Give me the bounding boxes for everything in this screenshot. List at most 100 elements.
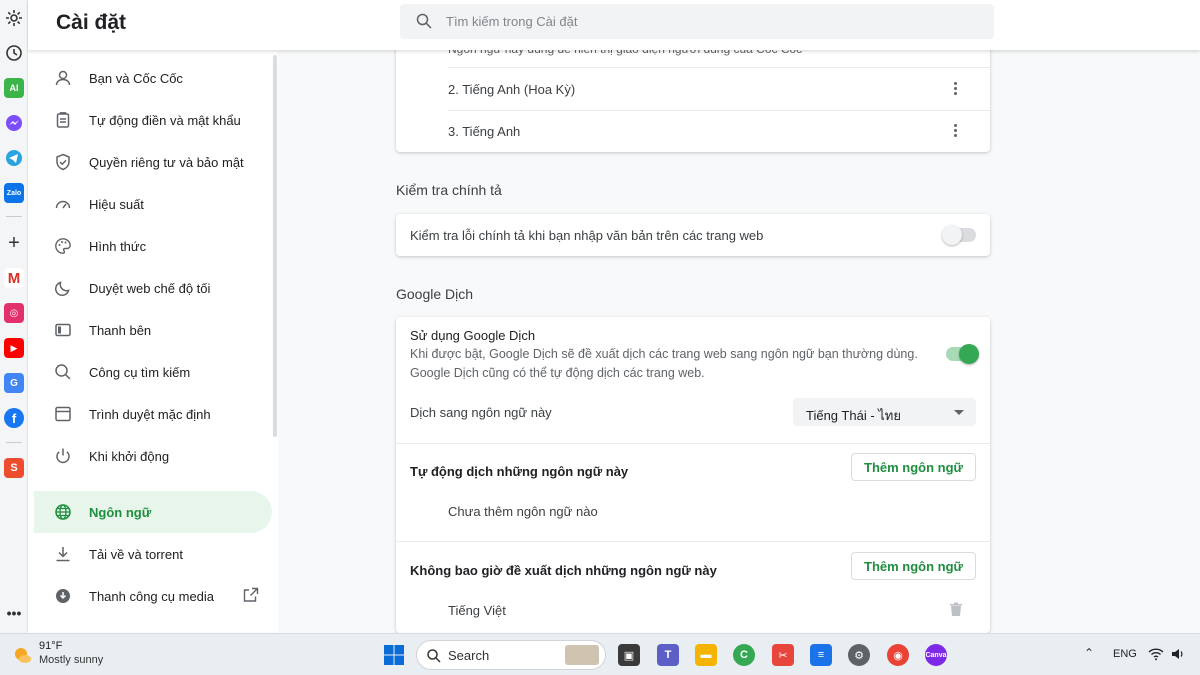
sidebar-item-on-startup[interactable]: Khi khởi động <box>34 435 272 477</box>
auto-translate-empty: Chưa thêm ngôn ngữ nào <box>448 504 598 519</box>
snipping-icon[interactable]: ✂ <box>772 644 794 666</box>
settings-sidebar: Bạn và Cốc Cốc Tự động điền và mật khẩu … <box>34 50 278 633</box>
sidebar-item-you-and-coccoc[interactable]: Bạn và Cốc Cốc <box>34 57 272 99</box>
sidebar-item-label: Thanh bên <box>89 322 152 338</box>
sidebar-item-sidebar[interactable]: Thanh bên <box>34 309 272 351</box>
dropdown-arrow-icon <box>954 410 964 415</box>
search-input[interactable] <box>446 4 966 39</box>
more-icon[interactable]: ••• <box>4 603 24 623</box>
translate-use-title: Sử dụng Google Dịch <box>410 328 536 343</box>
speaker-icon[interactable] <box>1170 647 1186 661</box>
translate-target-label: Dịch sang ngôn ngữ này <box>410 405 552 420</box>
download-icon <box>56 547 70 562</box>
add-icon[interactable]: + <box>4 232 24 254</box>
sidebar-item-label: Ngôn ngữ <box>89 504 152 520</box>
translate-target-select[interactable]: Tiếng Thái - ไทย <box>793 398 976 426</box>
more-vert-icon[interactable] <box>954 124 958 138</box>
external-link-icon[interactable] <box>243 587 259 603</box>
add-never-language-button[interactable]: Thêm ngôn ngữ <box>851 552 976 580</box>
input-language[interactable]: ENG <box>1113 648 1137 660</box>
file-explorer-icon[interactable]: ▬ <box>695 644 717 666</box>
sidebar-item-downloads[interactable]: Tải về và torrent <box>34 533 272 575</box>
trash-icon[interactable] <box>949 602 963 617</box>
sidebar-item-performance[interactable]: Hiệu suất <box>34 183 272 225</box>
sidebar-item-dark-mode[interactable]: Duyệt web chế độ tối <box>34 267 272 309</box>
translate-use-desc: Google Dịch cũng có thể tự động dịch các… <box>410 366 705 380</box>
shield-icon <box>56 153 70 171</box>
sidebar-item-label: Thanh công cụ media <box>89 588 215 604</box>
app-strip: AI Zalo + M ◎ ▶ G f S ••• <box>0 0 28 633</box>
clipboard-icon <box>56 112 70 128</box>
gmail-icon[interactable]: M <box>4 268 24 288</box>
telegram-icon[interactable] <box>4 148 24 168</box>
tray-chevron-up-icon[interactable]: ⌃ <box>1084 646 1094 660</box>
sidebar-panel-icon <box>55 323 71 337</box>
notepad-icon[interactable]: ≡ <box>810 644 832 666</box>
sidebar-scrollbar[interactable] <box>273 55 277 437</box>
add-auto-language-button[interactable]: Thêm ngôn ngữ <box>851 453 976 481</box>
sidebar-item-label: Công cụ tìm kiếm <box>89 364 191 380</box>
search-icon <box>416 13 432 29</box>
settings-main: Ngôn ngữ này dùng để hiển thị giao diện … <box>278 30 1200 633</box>
sidebar-item-languages[interactable]: Ngôn ngữ <box>34 491 272 533</box>
chrome-icon[interactable]: ◉ <box>887 644 909 666</box>
settings-app-icon[interactable]: ⚙ <box>848 644 870 666</box>
translate-section-title: Google Dịch <box>396 286 474 302</box>
history-icon[interactable] <box>4 43 24 63</box>
select-value: Tiếng Thái - ไทย <box>806 408 901 423</box>
sidebar-item-label: Tự động điền và mật khẩu <box>89 112 241 128</box>
weather-desc: Mostly sunny <box>39 654 104 666</box>
moon-icon <box>54 281 70 297</box>
never-translate-item: Tiếng Việt <box>448 603 506 618</box>
sidebar-item-privacy[interactable]: Quyền riêng tư và bảo mật <box>34 141 272 183</box>
search-highlight-image <box>565 645 599 665</box>
browser-window-icon <box>55 406 71 422</box>
spellcheck-toggle[interactable] <box>942 225 976 245</box>
sidebar-item-appearance[interactable]: Hình thức <box>34 225 272 267</box>
zalo-icon[interactable]: Zalo <box>4 183 24 203</box>
translate-icon[interactable]: G <box>4 373 24 393</box>
sidebar-item-autofill[interactable]: Tự động điền và mật khẩu <box>34 99 272 141</box>
sidebar-item-label: Hiệu suất <box>89 196 144 212</box>
globe-icon <box>55 504 71 520</box>
page-title: Cài đặt <box>56 11 127 34</box>
settings-header: Cài đặt <box>28 0 1200 50</box>
taskbar-search[interactable]: Search <box>416 640 606 670</box>
sidebar-item-label: Hình thức <box>89 238 147 254</box>
task-view-icon[interactable]: ▣ <box>618 644 640 666</box>
sidebar-item-label: Quyền riêng tư và bảo mật <box>89 154 244 170</box>
language-item: 3. Tiếng Anh <box>448 124 521 139</box>
weather-temp: 91°F <box>39 640 63 652</box>
shopee-icon[interactable]: S <box>4 458 24 478</box>
spellcheck-section-title: Kiểm tra chính tả <box>396 182 502 198</box>
settings-window: AI Zalo + M ◎ ▶ G f S ••• Cài đặt Bạn và… <box>0 0 1200 633</box>
instagram-icon[interactable]: ◎ <box>4 303 24 323</box>
auto-translate-title: Tự động dịch những ngôn ngữ này <box>410 464 629 479</box>
wifi-icon[interactable] <box>1148 647 1164 661</box>
sidebar-item-label: Bạn và Cốc Cốc <box>89 70 183 86</box>
sun-cloud-icon <box>15 648 31 663</box>
windows-start-icon[interactable] <box>383 644 405 666</box>
spellcheck-label: Kiểm tra lỗi chính tả khi bạn nhập văn b… <box>410 228 764 243</box>
sidebar-item-default-browser[interactable]: Trình duyệt mặc định <box>34 393 272 435</box>
teams-icon[interactable]: T <box>657 644 679 666</box>
sidebar-item-search-engine[interactable]: Công cụ tìm kiếm <box>34 351 272 393</box>
gear-icon[interactable] <box>4 8 24 28</box>
messenger-icon[interactable] <box>4 113 24 133</box>
media-download-icon <box>56 589 70 603</box>
canva-icon[interactable]: Canva <box>925 644 947 666</box>
search-icon <box>427 649 441 663</box>
coccoc-browser-icon[interactable]: C <box>733 644 755 666</box>
sidebar-item-media-toolbar[interactable]: Thanh công cụ media <box>34 575 272 617</box>
ai-icon[interactable]: AI <box>4 78 24 98</box>
facebook-icon[interactable]: f <box>4 408 24 428</box>
power-icon <box>56 448 70 464</box>
settings-search[interactable] <box>400 4 994 39</box>
translate-toggle[interactable] <box>946 344 979 364</box>
youtube-icon[interactable]: ▶ <box>4 338 24 358</box>
more-vert-icon[interactable] <box>954 82 958 96</box>
search-icon <box>55 364 71 380</box>
palette-icon <box>55 238 71 254</box>
translate-card: Sử dụng Google Dịch Khi được bật, Google… <box>396 317 990 633</box>
taskbar: 91°F Mostly sunny Search ▣ T ▬ C ✂ ≡ ⚙ ◉… <box>0 633 1200 675</box>
